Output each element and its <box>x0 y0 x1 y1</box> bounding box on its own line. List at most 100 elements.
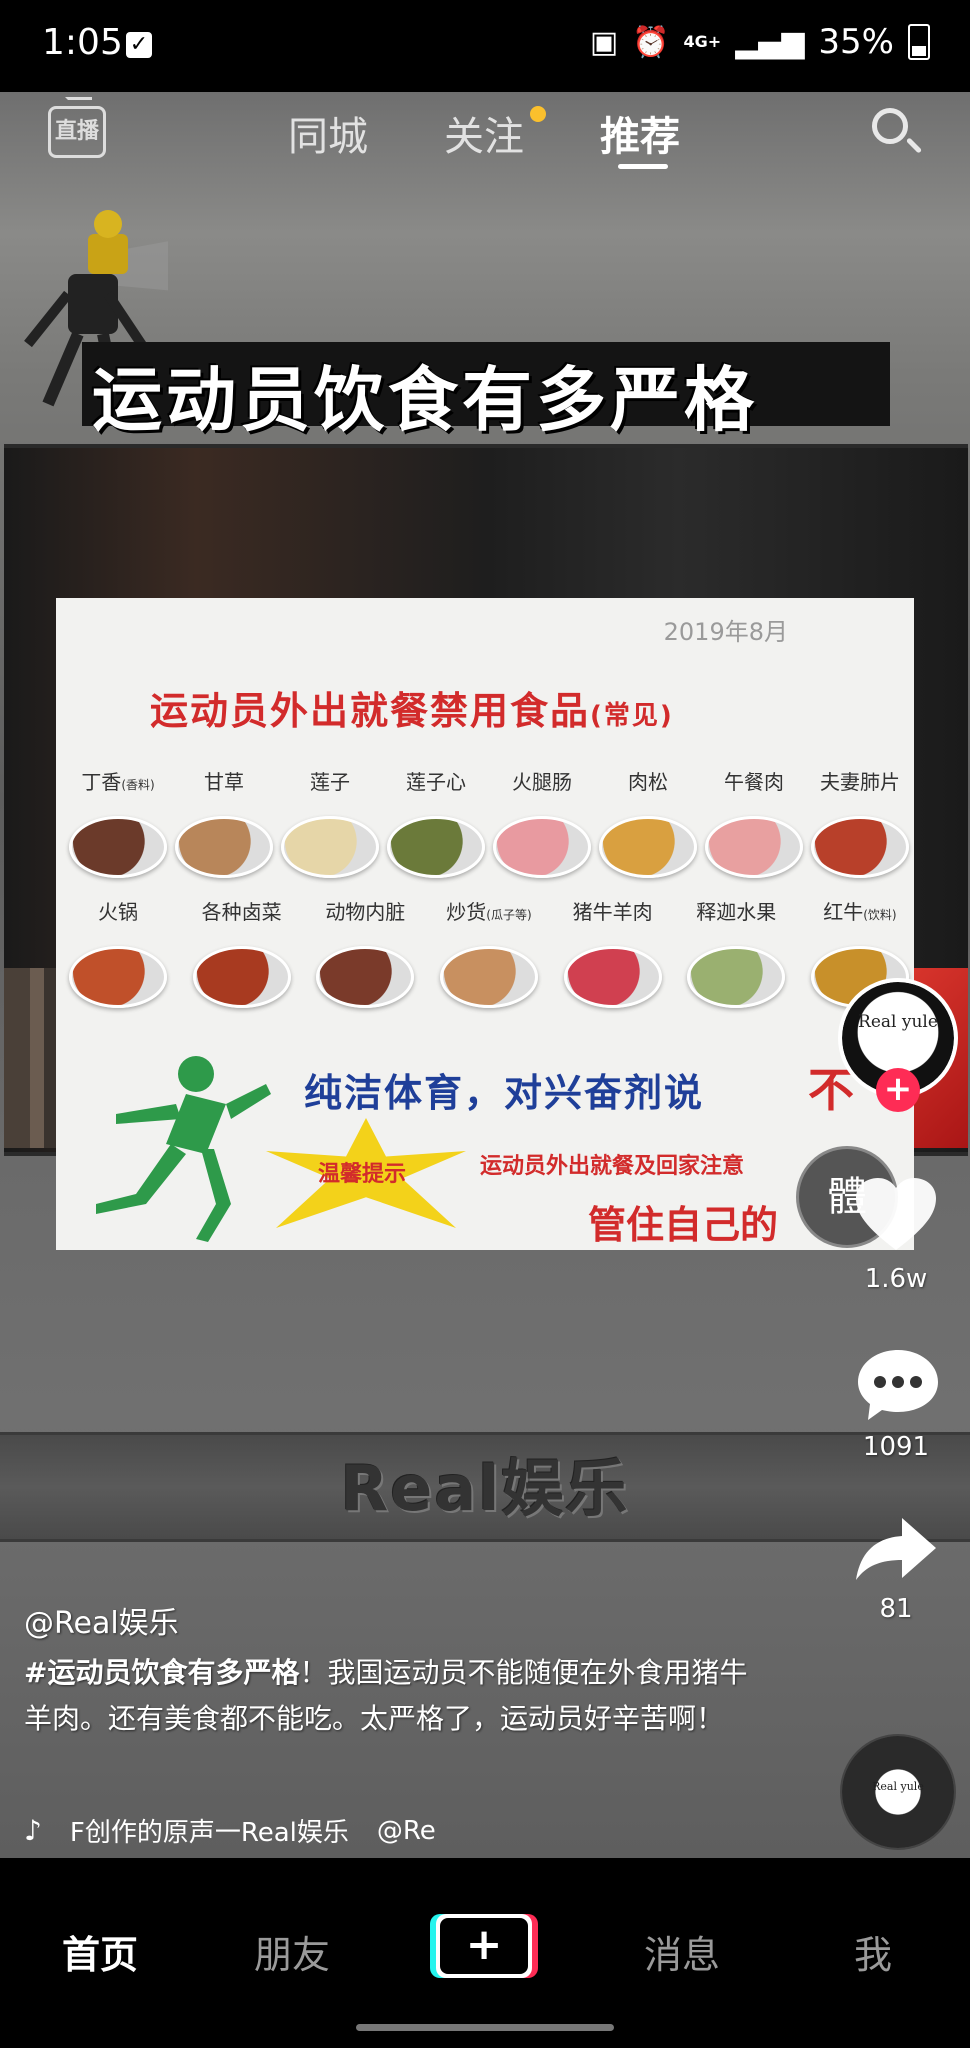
plus-icon: + <box>440 1918 528 1974</box>
food-image <box>175 816 273 878</box>
food-item: 肉松 <box>596 766 700 878</box>
food-label: 红牛(饮料) <box>823 900 897 924</box>
signal-icon: ▂▄▆ <box>735 24 805 60</box>
create-post-button[interactable]: + <box>436 1914 532 1978</box>
poster-title-sub: (常见) <box>590 701 674 731</box>
disc-label: Real yule <box>872 1780 924 1793</box>
food-row-1: 丁香(香料) 甘草 莲子 莲子心 火腿肠 肉松 午餐肉 夫妻肺片 <box>66 766 912 878</box>
food-item: 火锅 <box>66 896 170 1008</box>
food-item: 午餐肉 <box>702 766 806 878</box>
food-label: 午餐肉 <box>724 770 784 794</box>
network-type-icon: 4G+ <box>683 32 722 51</box>
food-image <box>316 946 415 1008</box>
caption-hashtag[interactable]: #运动员饮食有多严格 <box>24 1656 299 1689</box>
alarm-icon: ⏰ <box>632 24 670 60</box>
food-label: 火锅 <box>98 900 138 924</box>
food-item: 甘草 <box>172 766 276 878</box>
food-image <box>439 946 538 1008</box>
battery-saver-icon: ▣ <box>589 24 619 60</box>
tab-following[interactable]: 关注 <box>444 104 524 162</box>
nav-messages[interactable]: 消息 <box>644 1924 720 1979</box>
food-label: 各种卤菜 <box>201 900 282 924</box>
share-count: 81 <box>879 1594 913 1624</box>
food-label: 莲子心 <box>406 770 466 794</box>
poster-title: 运动员外出就餐禁用食品(常见) <box>150 680 674 735</box>
food-image <box>705 816 803 878</box>
music-disc-icon[interactable]: Real yule <box>842 1736 954 1848</box>
nav-friends[interactable]: 朋友 <box>254 1924 330 1979</box>
live-tv-icon[interactable]: 直播 <box>48 97 106 158</box>
food-image <box>69 816 167 878</box>
tip-label: 温馨提示 <box>318 1162 407 1187</box>
food-item: 丁香(香料) <box>66 766 170 878</box>
food-item: 炒货(瓜子等) <box>437 896 541 1008</box>
food-label: 动物内脏 <box>325 900 406 924</box>
nav-home[interactable]: 首页 <box>62 1924 138 1979</box>
food-label: 炒货(瓜子等) <box>446 900 532 924</box>
tab-local[interactable]: 同城 <box>288 104 368 162</box>
food-item: 动物内脏 <box>313 896 417 1008</box>
food-image <box>811 816 909 878</box>
food-image <box>281 816 379 878</box>
follow-button[interactable]: + <box>876 1068 920 1112</box>
food-image <box>69 946 167 1008</box>
food-image <box>387 816 485 878</box>
food-label: 释迦水果 <box>696 900 777 924</box>
food-item: 各种卤菜 <box>190 896 294 1008</box>
battery-icon <box>908 24 930 60</box>
food-item: 火腿肠 <box>490 766 594 878</box>
video-title: 运动员饮食有多严格 <box>92 359 758 441</box>
nav-me[interactable]: 我 <box>854 1924 892 1979</box>
tab-recommended[interactable]: 推荐 <box>600 104 680 162</box>
food-label: 火腿肠 <box>512 770 572 794</box>
checkbox-notification-icon: ✓ <box>126 32 152 58</box>
runner-icon <box>96 1056 271 1242</box>
video-player[interactable]: 运动员饮食有多严格 2019年8月 运动员外出就餐禁用食品(常见) 丁香(香料)… <box>0 92 970 1858</box>
comment-icon[interactable] <box>856 1346 940 1422</box>
status-indicators: ▣ ⏰ 4G+ ▂▄▆ 35% <box>590 22 930 62</box>
food-item: 释迦水果 <box>684 896 788 1008</box>
food-row-2: 火锅 各种卤菜 动物内脏 炒货(瓜子等) 猪牛羊肉 释迦水果 红牛(饮料) <box>66 896 912 1008</box>
status-time: 1:05 <box>42 22 123 63</box>
notification-dot <box>530 106 546 122</box>
poster-title-main: 运动员外出就餐禁用食品 <box>150 689 591 733</box>
author-handle[interactable]: @Real娱乐 <box>24 1598 179 1642</box>
food-label: 莲子 <box>310 770 350 794</box>
music-mention: @Re <box>376 1815 436 1846</box>
food-image <box>192 946 291 1008</box>
music-title: F创作的原声一Real娱乐 <box>69 1818 349 1848</box>
food-item: 夫妻肺片 <box>808 766 912 878</box>
home-indicator[interactable] <box>356 2024 614 2031</box>
food-image <box>493 816 591 878</box>
share-arrow-icon[interactable] <box>854 1514 938 1584</box>
food-poster: 2019年8月 运动员外出就餐禁用食品(常见) 丁香(香料) 甘草 莲子 莲子心 火腿肠… <box>56 598 914 1250</box>
tip-text: 运动员外出就餐及回家注意 <box>480 1154 745 1179</box>
food-label: 肉松 <box>628 770 668 794</box>
food-image <box>687 946 786 1008</box>
tip-bottom-text: 管住自己的 <box>588 1203 779 1247</box>
active-tab-underline <box>618 164 668 169</box>
comment-count: 1091 <box>862 1432 930 1462</box>
video-caption: #运动员饮食有多严格！我国运动员不能随便在外食用猪牛羊肉。还有美食都不能吃。太严… <box>24 1650 764 1742</box>
food-item: 猪牛羊肉 <box>561 896 665 1008</box>
poster-slogan: 纯洁体育，对兴奋剂说 <box>304 1071 705 1115</box>
food-label: 夫妻肺片 <box>820 770 900 794</box>
avatar-text: Real yule <box>858 1012 938 1032</box>
bottom-nav: 首页 朋友 + 消息 我 <box>0 1858 970 2048</box>
search-icon[interactable] <box>872 108 908 144</box>
food-item: 莲子心 <box>384 766 488 878</box>
food-label: 猪牛羊肉 <box>572 900 653 924</box>
battery-percent: 35% <box>818 22 894 62</box>
music-note-icon: ♪ <box>24 1814 42 1847</box>
food-item: 莲子 <box>278 766 382 878</box>
like-heart-icon[interactable] <box>854 1176 938 1254</box>
like-count: 1.6w <box>864 1264 928 1294</box>
food-label: 甘草 <box>204 770 244 794</box>
video-watermark: Real娱乐 <box>340 1452 630 1525</box>
food-image <box>599 816 697 878</box>
status-bar: 1:05 ✓ ▣ ⏰ 4G+ ▂▄▆ 35% <box>0 0 970 92</box>
food-label: 丁香(香料) <box>81 770 155 794</box>
poster-date: 2019年8月 <box>663 618 788 646</box>
food-image <box>563 946 662 1008</box>
music-row[interactable]: ♪ F创作的原声一Real娱乐 @Re <box>24 1812 436 1849</box>
